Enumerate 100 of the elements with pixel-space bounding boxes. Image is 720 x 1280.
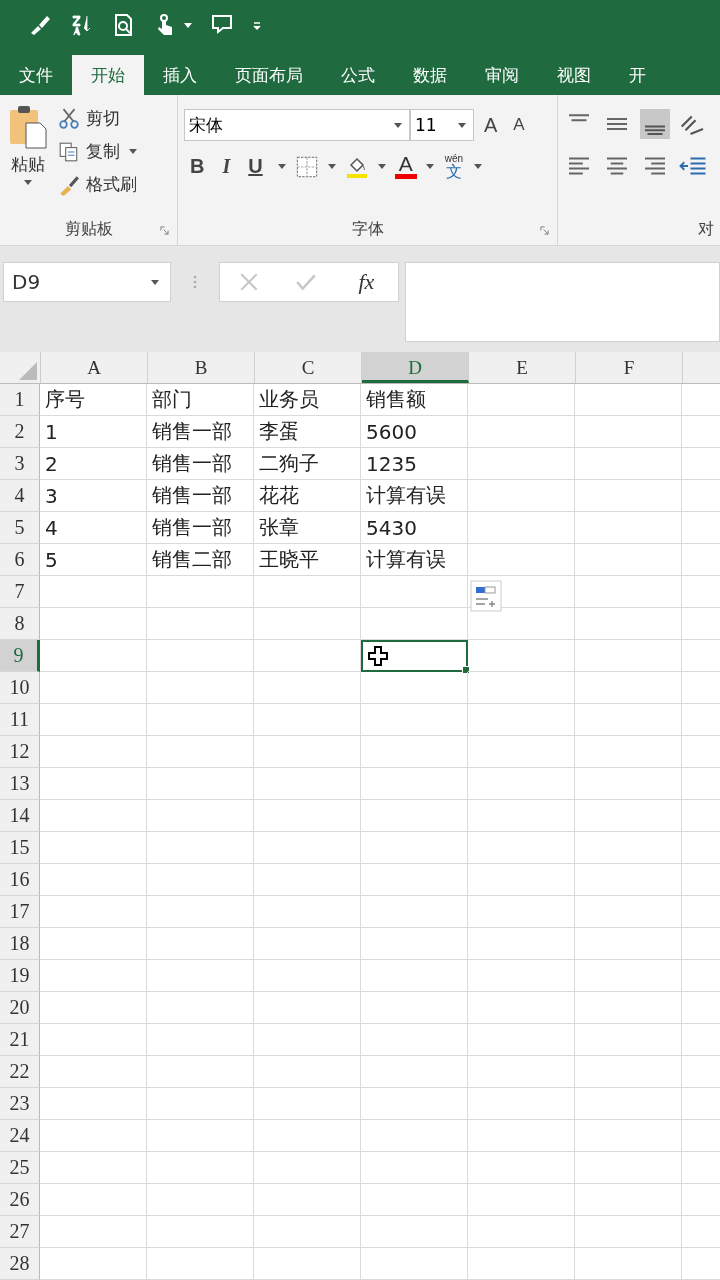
row-header[interactable]: 21 — [0, 1024, 40, 1056]
paste-options-icon[interactable] — [470, 580, 502, 612]
table-cell[interactable]: 序号 — [40, 384, 147, 416]
customize-icon[interactable] — [252, 20, 262, 30]
comment-icon[interactable] — [210, 13, 234, 37]
table-cell[interactable]: 2 — [40, 448, 147, 480]
formula-input[interactable] — [405, 262, 720, 342]
group-label: 字体 — [351, 218, 384, 240]
table-cell[interactable]: 1 — [40, 416, 147, 448]
table-cell[interactable]: 计算有误 — [361, 480, 468, 512]
row-header[interactable]: 28 — [0, 1248, 40, 1280]
ribbon-tab[interactable]: 文件 — [0, 55, 72, 95]
row-header[interactable]: 10 — [0, 672, 40, 704]
border-icon[interactable] — [294, 154, 319, 179]
ribbon-tab[interactable]: 公式 — [322, 55, 394, 95]
italic-button[interactable]: I — [216, 153, 237, 180]
row-header[interactable]: 23 — [0, 1088, 40, 1120]
row-header[interactable]: 15 — [0, 832, 40, 864]
ribbon-tab[interactable]: 开 — [610, 55, 665, 95]
table-cell[interactable]: 计算有误 — [361, 544, 468, 576]
table-cell[interactable]: 王晓平 — [254, 544, 361, 576]
row-header[interactable]: 18 — [0, 928, 40, 960]
paste-button[interactable]: 粘贴 — [6, 101, 50, 213]
increase-font-button[interactable]: A — [478, 111, 504, 139]
table-cell[interactable] — [361, 640, 468, 672]
table-cell[interactable]: 张章 — [254, 512, 361, 544]
table-cell[interactable]: 业务员 — [254, 384, 361, 416]
column-header[interactable]: E — [469, 352, 576, 383]
dialog-launcher-icon[interactable] — [540, 226, 549, 235]
table-cell[interactable]: 销售二部 — [147, 544, 254, 576]
cut-button[interactable]: 剪切 — [56, 105, 142, 132]
select-all-icon[interactable] — [17, 360, 37, 380]
underline-button[interactable]: U — [242, 153, 269, 180]
row-header[interactable]: 8 — [0, 608, 40, 640]
column-header[interactable]: B — [148, 352, 255, 383]
table-cell[interactable]: 5600 — [361, 416, 468, 448]
drag-handle-icon[interactable] — [193, 274, 197, 290]
table-cell[interactable]: 5 — [40, 544, 147, 576]
align-bottom-icon[interactable] — [640, 109, 670, 139]
row-header[interactable]: 6 — [0, 544, 40, 576]
table-cell[interactable]: 部门 — [147, 384, 254, 416]
column-header[interactable]: A — [41, 352, 148, 383]
font-color-button[interactable]: A — [394, 154, 417, 179]
table-cell[interactable]: 1235 — [361, 448, 468, 480]
bold-button[interactable]: B — [184, 153, 211, 180]
row-header[interactable]: 20 — [0, 992, 40, 1024]
row-header[interactable]: 14 — [0, 800, 40, 832]
row-header[interactable]: 24 — [0, 1120, 40, 1152]
table-cell[interactable]: 李蛋 — [254, 416, 361, 448]
ribbon-tab[interactable]: 审阅 — [466, 55, 538, 95]
row-header[interactable]: 16 — [0, 864, 40, 896]
dialog-launcher-icon[interactable] — [160, 226, 169, 235]
ribbon-tab[interactable]: 页面布局 — [216, 55, 322, 95]
row-header[interactable]: 25 — [0, 1152, 40, 1184]
font-size-field[interactable]: 11 — [410, 109, 474, 141]
table-cell[interactable]: 3 — [40, 480, 147, 512]
row-header[interactable]: 17 — [0, 896, 40, 928]
dropdown-caret-icon[interactable] — [277, 164, 286, 169]
cursor-icon — [368, 646, 388, 666]
row-header[interactable]: 2 — [0, 416, 40, 448]
format-painter-button[interactable]: 格式刷 — [56, 171, 142, 198]
row-header[interactable]: 19 — [0, 960, 40, 992]
row-header[interactable]: 1 — [0, 384, 40, 416]
table-cell[interactable]: 销售一部 — [147, 416, 254, 448]
row-header[interactable]: 13 — [0, 768, 40, 800]
font-name-field[interactable]: 宋体 — [184, 109, 410, 141]
row-header[interactable]: 9 — [0, 640, 40, 672]
fill-handle[interactable] — [462, 666, 470, 674]
table-cell[interactable]: 销售一部 — [147, 480, 254, 512]
row-header[interactable]: 5 — [0, 512, 40, 544]
ribbon-tab[interactable]: 插入 — [144, 55, 216, 95]
name-box[interactable]: D9 — [3, 262, 171, 302]
row-header[interactable]: 12 — [0, 736, 40, 768]
ribbon-tab[interactable]: 开始 — [72, 55, 144, 95]
row-header[interactable]: 4 — [0, 480, 40, 512]
dropdown-caret-icon[interactable] — [425, 164, 434, 169]
dropdown-caret-icon[interactable] — [377, 164, 386, 169]
table-cell[interactable]: 销售额 — [361, 384, 468, 416]
row-header[interactable]: 11 — [0, 704, 40, 736]
table-cell[interactable]: 花花 — [254, 480, 361, 512]
phonetic-button[interactable]: wén 文 — [442, 153, 466, 180]
row-header[interactable]: 26 — [0, 1184, 40, 1216]
ribbon-tab[interactable]: 数据 — [394, 55, 466, 95]
table-cell[interactable]: 5430 — [361, 512, 468, 544]
ribbon-tab[interactable]: 视图 — [538, 55, 610, 95]
dropdown-caret-icon[interactable] — [327, 164, 336, 169]
insert-function-button[interactable]: fx — [352, 268, 381, 296]
row-header[interactable]: 22 — [0, 1056, 40, 1088]
copy-button[interactable]: 复制 — [56, 138, 142, 165]
row-header[interactable]: 3 — [0, 448, 40, 480]
column-header[interactable]: F — [576, 352, 683, 383]
table-cell[interactable]: 销售一部 — [147, 512, 254, 544]
dropdown-caret-icon[interactable] — [474, 164, 483, 169]
column-header[interactable]: D — [362, 352, 469, 383]
table-cell[interactable]: 销售一部 — [147, 448, 254, 480]
row-header[interactable]: 7 — [0, 576, 40, 608]
table-cell[interactable]: 4 — [40, 512, 147, 544]
table-cell[interactable]: 二狗子 — [254, 448, 361, 480]
decrease-font-button[interactable]: A — [507, 113, 531, 137]
row-header[interactable]: 27 — [0, 1216, 40, 1248]
